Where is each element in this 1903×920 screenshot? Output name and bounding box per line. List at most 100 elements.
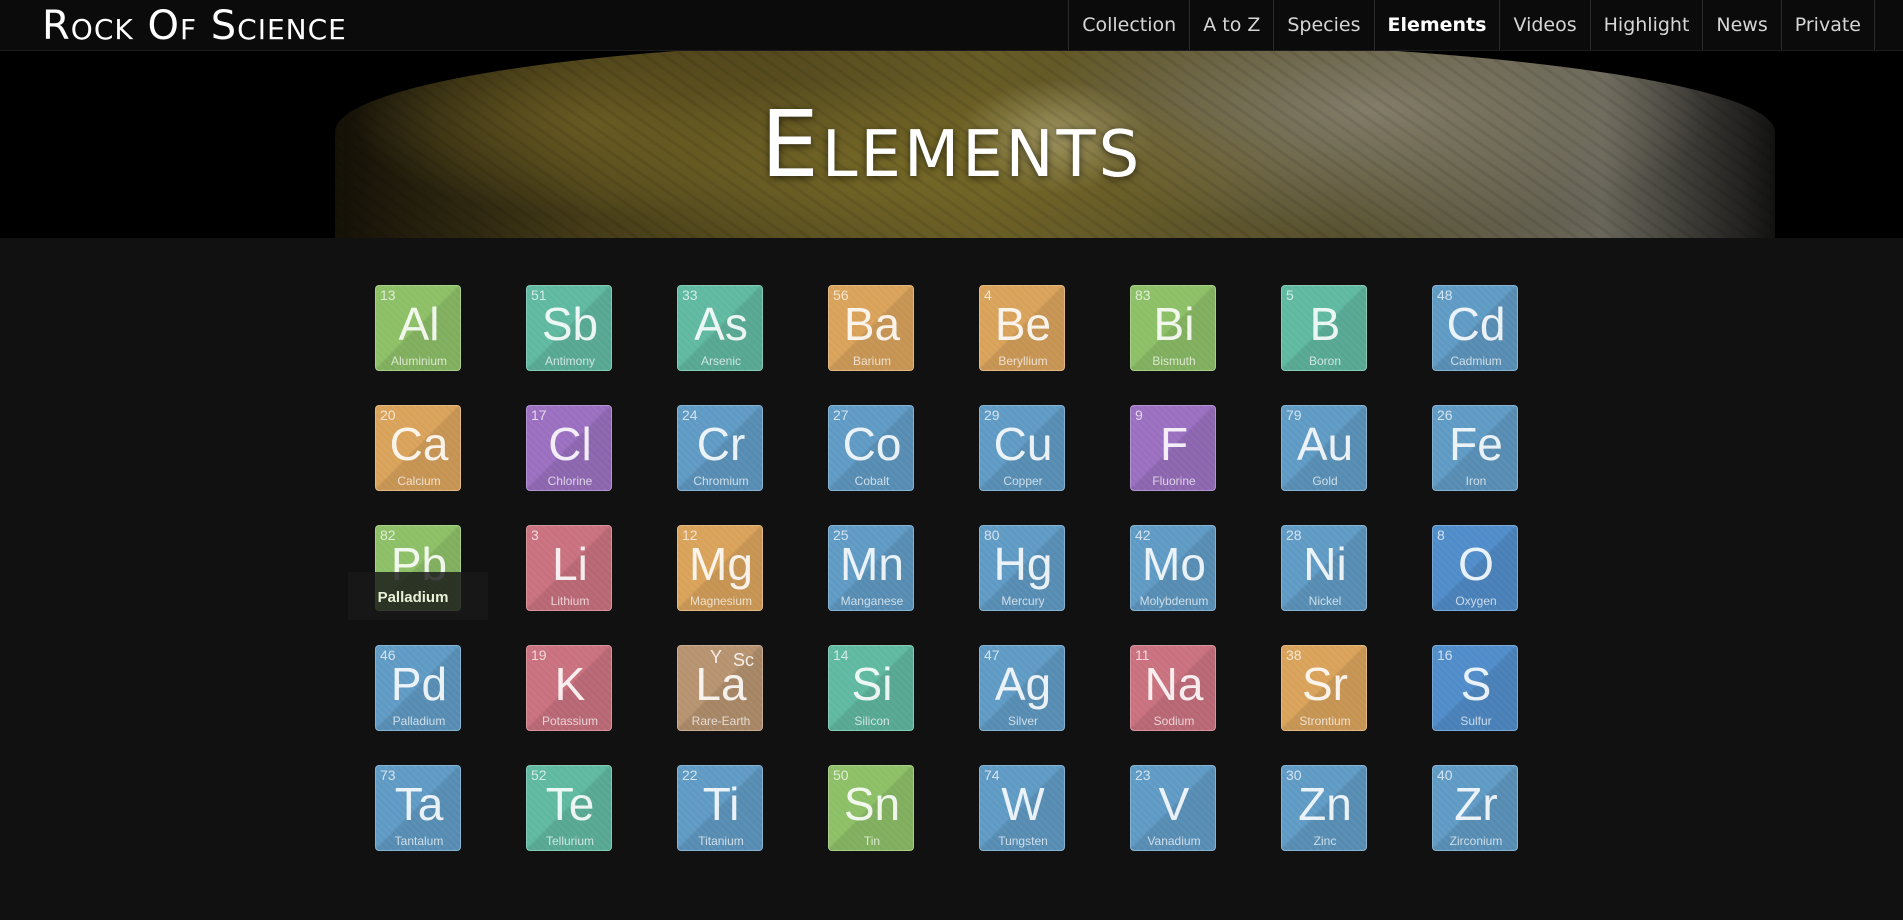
element-tile[interactable]: 9 F Fluorine	[1130, 405, 1216, 491]
nav-item-species[interactable]: Species	[1274, 0, 1375, 50]
element-name: Chromium	[693, 474, 749, 488]
element-name: Tantalum	[394, 834, 444, 848]
element-symbol: W	[1001, 778, 1045, 830]
nav-item-private[interactable]: Private	[1782, 0, 1875, 50]
element-tile[interactable]: 8 O Oxygen	[1432, 525, 1518, 611]
element-tile[interactable]: 74 W Tungsten	[979, 765, 1065, 851]
element-tile[interactable]: 4 Be Beryllium	[979, 285, 1065, 371]
element-symbol: Zn	[1298, 778, 1352, 830]
element-symbol: Zr	[1454, 778, 1498, 830]
element-name: Sulfur	[1460, 714, 1492, 728]
element-tile[interactable]: Y Sc La Rare-Earth	[677, 645, 763, 731]
nav-item-videos[interactable]: Videos	[1500, 0, 1591, 50]
element-tile[interactable]: 16 S Sulfur	[1432, 645, 1518, 731]
element-tile[interactable]: 40 Zr Zirconium	[1432, 765, 1518, 851]
element-tile[interactable]: 22 Ti Titanium	[677, 765, 763, 851]
element-tile[interactable]: 24 Cr Chromium	[677, 405, 763, 491]
element-name: Gold	[1312, 474, 1338, 488]
element-symbol: Cu	[993, 418, 1053, 470]
element-symbol: Ba	[843, 298, 901, 350]
element-tile[interactable]: 33 As Arsenic	[677, 285, 763, 371]
element-symbol: Mg	[689, 538, 753, 590]
element-tile[interactable]: 17 Cl Chlorine	[526, 405, 612, 491]
element-name: Tungsten	[998, 834, 1048, 848]
element-symbol: F	[1159, 418, 1189, 470]
element-tile[interactable]: 3 Li Lithium	[526, 525, 612, 611]
element-tile[interactable]: 5 B Boron	[1281, 285, 1367, 371]
element-tile[interactable]: 42 Mo Molybdenum	[1130, 525, 1216, 611]
element-symbol: Te	[545, 778, 595, 830]
element-name: Oxygen	[1455, 594, 1497, 608]
element-symbol: Si	[851, 658, 893, 710]
element-symbol: Cl	[548, 418, 592, 470]
element-symbol: Ta	[394, 778, 444, 830]
element-tile[interactable]: 12 Mg Magnesium	[677, 525, 763, 611]
element-name: Chlorine	[547, 474, 593, 488]
element-symbol: Au	[1296, 418, 1354, 470]
element-tile[interactable]: 51 Sb Antimony	[526, 285, 612, 371]
element-tile[interactable]: 56 Ba Barium	[828, 285, 914, 371]
element-symbol: Mo	[1142, 538, 1206, 590]
element-symbol: Ca	[389, 418, 449, 470]
element-tile[interactable]: 25 Mn Manganese	[828, 525, 914, 611]
element-tile[interactable]: 28 Ni Nickel	[1281, 525, 1367, 611]
element-symbol: La	[695, 658, 747, 710]
nav-item-elements[interactable]: Elements	[1375, 0, 1501, 50]
element-tile[interactable]: 38 Sr Strontium	[1281, 645, 1367, 731]
element-symbol: Be	[994, 298, 1052, 350]
element-tile[interactable]: 19 K Potassium	[526, 645, 612, 731]
element-symbol: S	[1460, 658, 1492, 710]
element-tile[interactable]: 11 Na Sodium	[1130, 645, 1216, 731]
element-symbol: Sr	[1302, 658, 1348, 710]
element-tile[interactable]: 79 Au Gold	[1281, 405, 1367, 491]
element-symbol: Na	[1144, 658, 1204, 710]
element-name: Mercury	[1001, 594, 1045, 608]
element-symbol: Hg	[993, 538, 1053, 590]
element-name: Potassium	[541, 714, 599, 728]
element-tile[interactable]: 83 Bi Bismuth	[1130, 285, 1216, 371]
element-name: Copper	[1003, 474, 1043, 488]
element-name: Silver	[1007, 714, 1038, 728]
element-tile[interactable]: 48 Cd Cadmium	[1432, 285, 1518, 371]
element-tile[interactable]: 27 Co Cobalt	[828, 405, 914, 491]
element-name: Zinc	[1313, 834, 1337, 848]
element-tile[interactable]: 52 Te Tellurium	[526, 765, 612, 851]
element-tile[interactable]: 29 Cu Copper	[979, 405, 1065, 491]
element-tile[interactable]: 80 Hg Mercury	[979, 525, 1065, 611]
element-tile[interactable]: 46 Pd Palladium	[375, 645, 461, 731]
element-tile[interactable]: 13 Al Aluminium	[375, 285, 461, 371]
element-tile[interactable]: 14 Si Silicon	[828, 645, 914, 731]
element-name: Rare-Earth	[691, 714, 751, 728]
element-tile[interactable]: 20 Ca Calcium	[375, 405, 461, 491]
element-name: Vanadium	[1147, 834, 1201, 848]
element-tile[interactable]: 50 Sn Tin	[828, 765, 914, 851]
element-tile[interactable]: 47 Ag Silver	[979, 645, 1065, 731]
top-navbar: Rock Of Science Collection A to Z Specie…	[0, 0, 1903, 51]
element-tile[interactable]: 26 Fe Iron	[1432, 405, 1518, 491]
element-symbol: Al	[398, 298, 440, 350]
element-symbol: K	[554, 658, 586, 710]
nav-item-news[interactable]: News	[1703, 0, 1782, 50]
nav-item-a-to-z[interactable]: A to Z	[1190, 0, 1275, 50]
element-name: Palladium	[392, 714, 446, 728]
element-name: Magnesium	[689, 594, 753, 608]
nav-item-collection[interactable]: Collection	[1069, 0, 1191, 50]
hero-banner: Elements	[0, 50, 1903, 238]
element-name: Tellurium	[545, 834, 594, 848]
element-name: Zirconium	[1449, 834, 1503, 848]
element-symbol: Fe	[1449, 418, 1503, 470]
site-logo-text[interactable]: Rock Of Science	[42, 0, 347, 50]
element-tile[interactable]: 73 Ta Tantalum	[375, 765, 461, 851]
main-nav: Collection A to Z Species Elements Video…	[1068, 0, 1875, 50]
element-name: Antimony	[544, 354, 596, 368]
element-name: Cobalt	[854, 474, 890, 488]
element-tile[interactable]: 30 Zn Zinc	[1281, 765, 1367, 851]
element-tile[interactable]: 23 V Vanadium	[1130, 765, 1216, 851]
element-symbol: Cd	[1446, 298, 1506, 350]
element-symbol: B	[1309, 298, 1341, 350]
nav-item-highlight[interactable]: Highlight	[1591, 0, 1704, 50]
element-symbol: Sb	[541, 298, 599, 350]
element-symbol: Pd	[390, 658, 448, 710]
element-symbol: Mn	[840, 538, 904, 590]
element-name: Manganese	[840, 594, 904, 608]
